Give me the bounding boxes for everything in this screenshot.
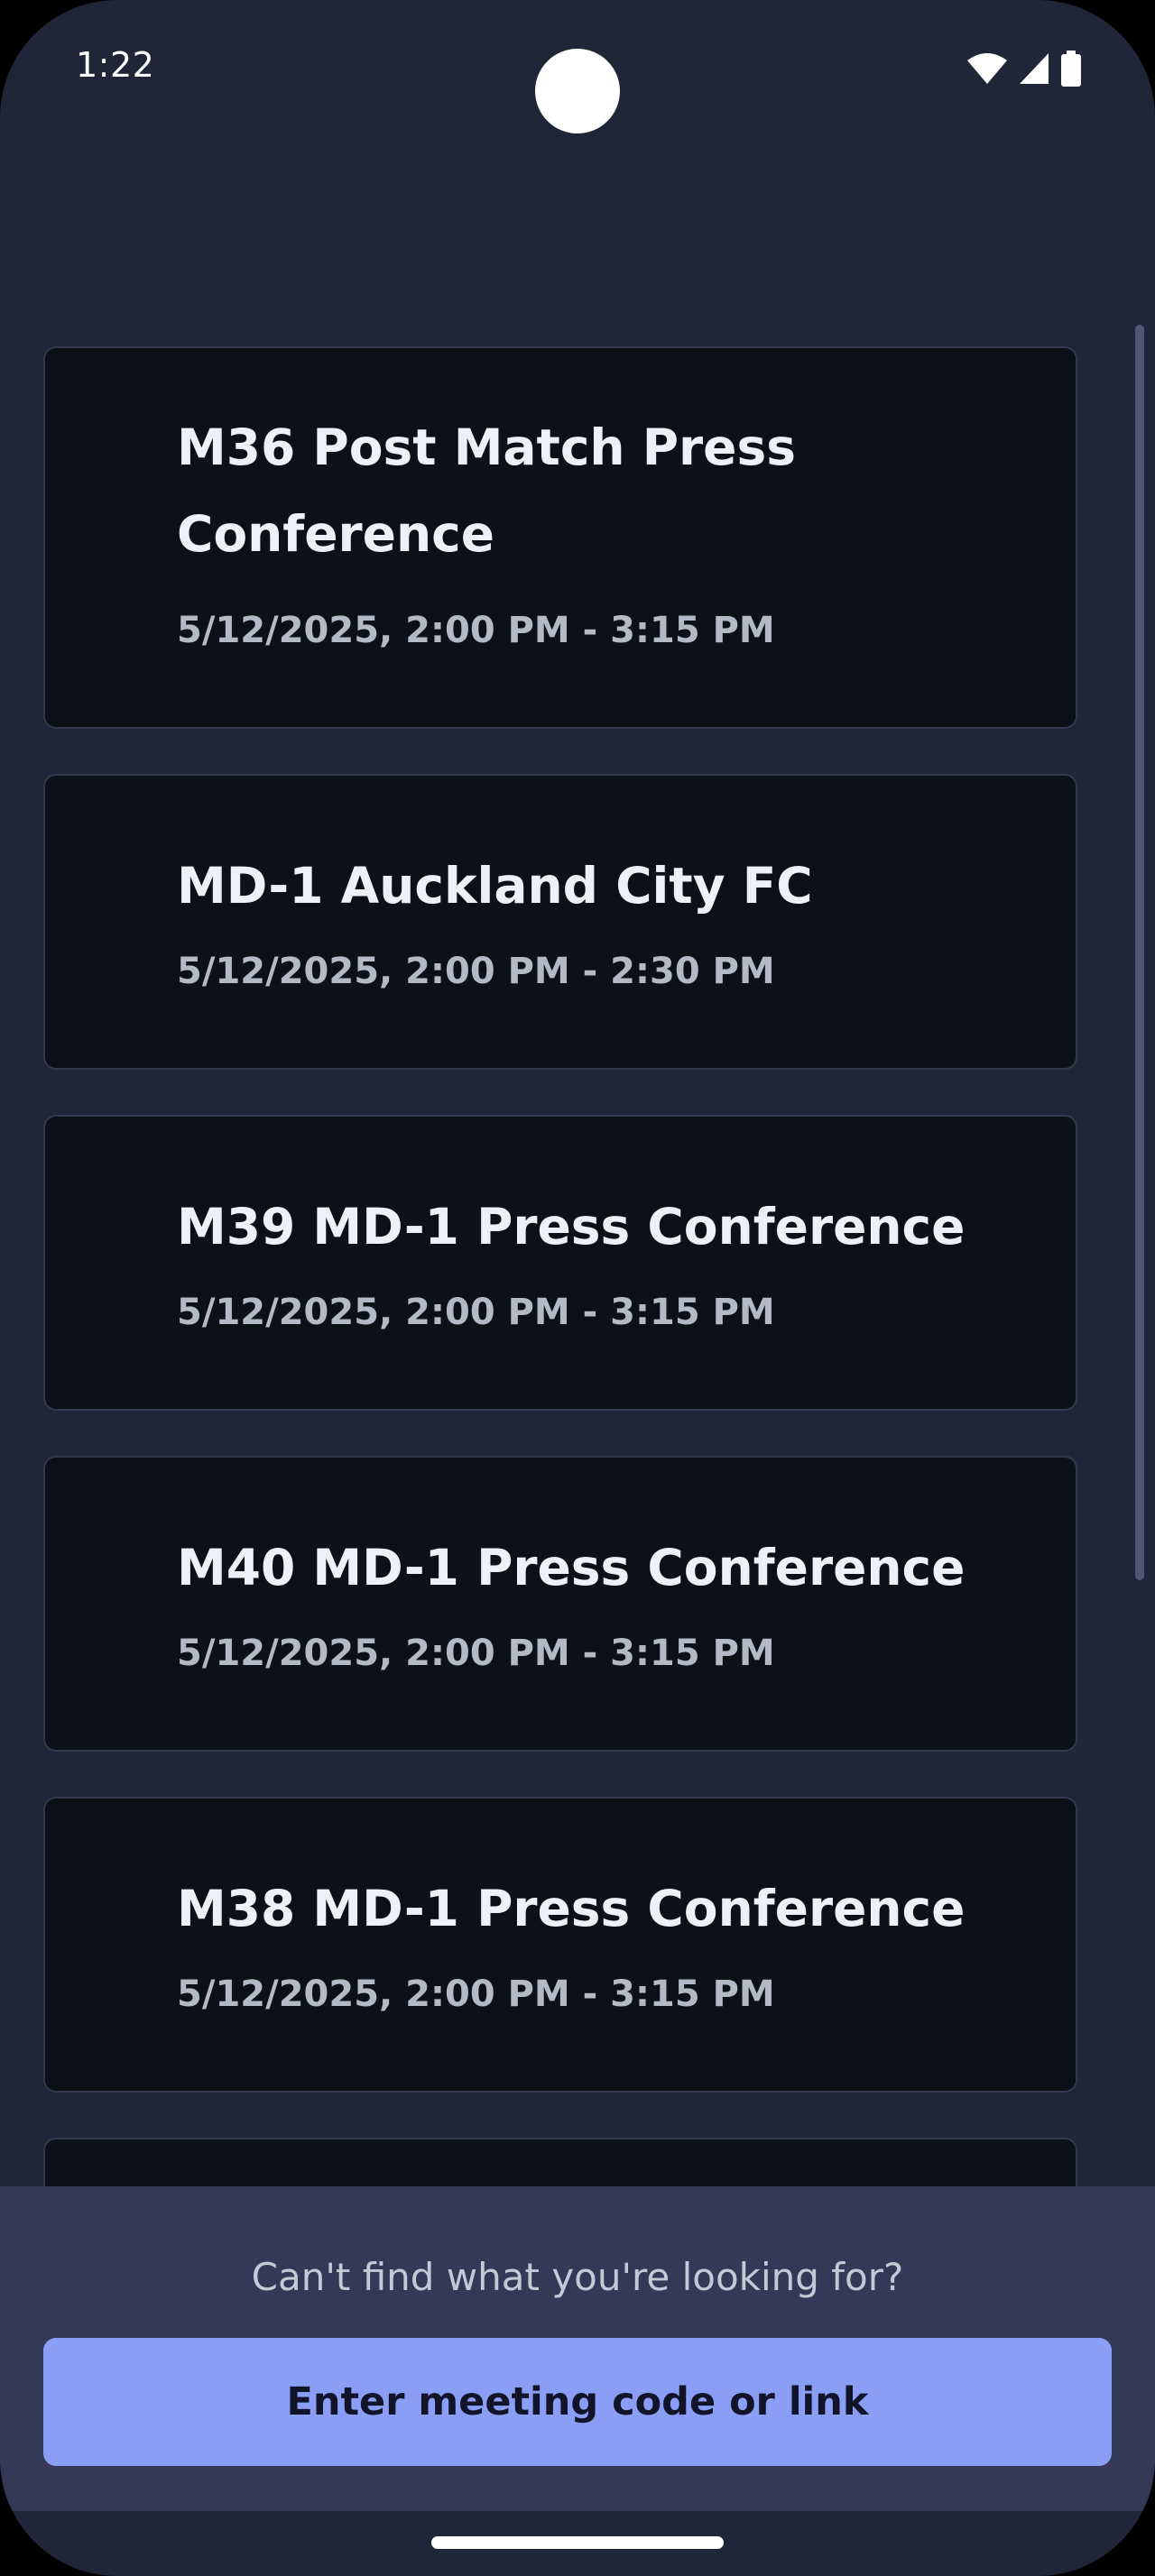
- meeting-title: M40 MD-1 Press Conference: [177, 1539, 966, 1596]
- status-icons: [966, 51, 1083, 87]
- enter-meeting-code-button[interactable]: Enter meeting code or link: [43, 2338, 1112, 2466]
- meeting-time: 5/12/2025, 2:00 PM - 3:15 PM: [177, 1633, 775, 1674]
- phone-screen: M36 Post Match Press Conference 5/12/202…: [0, 0, 1155, 2576]
- camera-cutout: [535, 49, 620, 133]
- meeting-card-partial[interactable]: [43, 2138, 1077, 2186]
- meeting-card[interactable]: M39 MD-1 Press Conference 5/12/2025, 2:0…: [43, 1115, 1077, 1411]
- meeting-time: 5/12/2025, 2:00 PM - 3:15 PM: [177, 1292, 775, 1333]
- status-time: 1:22: [76, 45, 155, 85]
- meeting-time: 5/12/2025, 2:00 PM - 3:15 PM: [177, 1973, 775, 2015]
- wifi-icon: [966, 51, 1009, 86]
- help-prompt: Can't find what you're looking for?: [251, 2255, 904, 2299]
- meeting-title: M38 MD-1 Press Conference: [177, 1880, 966, 1937]
- bottom-panel: Can't find what you're looking for? Ente…: [0, 2186, 1155, 2511]
- scrollbar[interactable]: [1135, 325, 1144, 1580]
- meeting-card[interactable]: M40 MD-1 Press Conference 5/12/2025, 2:0…: [43, 1456, 1077, 1752]
- meeting-card[interactable]: MD-1 Auckland City FC 5/12/2025, 2:00 PM…: [43, 774, 1077, 1070]
- meeting-list[interactable]: M36 Post Match Press Conference 5/12/202…: [0, 0, 1155, 2186]
- meeting-time: 5/12/2025, 2:00 PM - 3:15 PM: [177, 610, 775, 651]
- status-bar: 1:22: [0, 0, 1155, 135]
- meeting-card[interactable]: M38 MD-1 Press Conference 5/12/2025, 2:0…: [43, 1797, 1077, 2093]
- meeting-title: M36 Post Match Press Conference: [177, 419, 796, 563]
- meeting-card[interactable]: M36 Post Match Press Conference 5/12/202…: [43, 346, 1077, 729]
- cellular-signal-icon: [1018, 51, 1050, 86]
- meeting-title: MD-1 Auckland City FC: [177, 857, 813, 915]
- battery-icon: [1059, 51, 1083, 87]
- meeting-title: M39 MD-1 Press Conference: [177, 1198, 966, 1256]
- home-indicator[interactable]: [431, 2536, 724, 2549]
- meeting-time: 5/12/2025, 2:00 PM - 2:30 PM: [177, 951, 775, 992]
